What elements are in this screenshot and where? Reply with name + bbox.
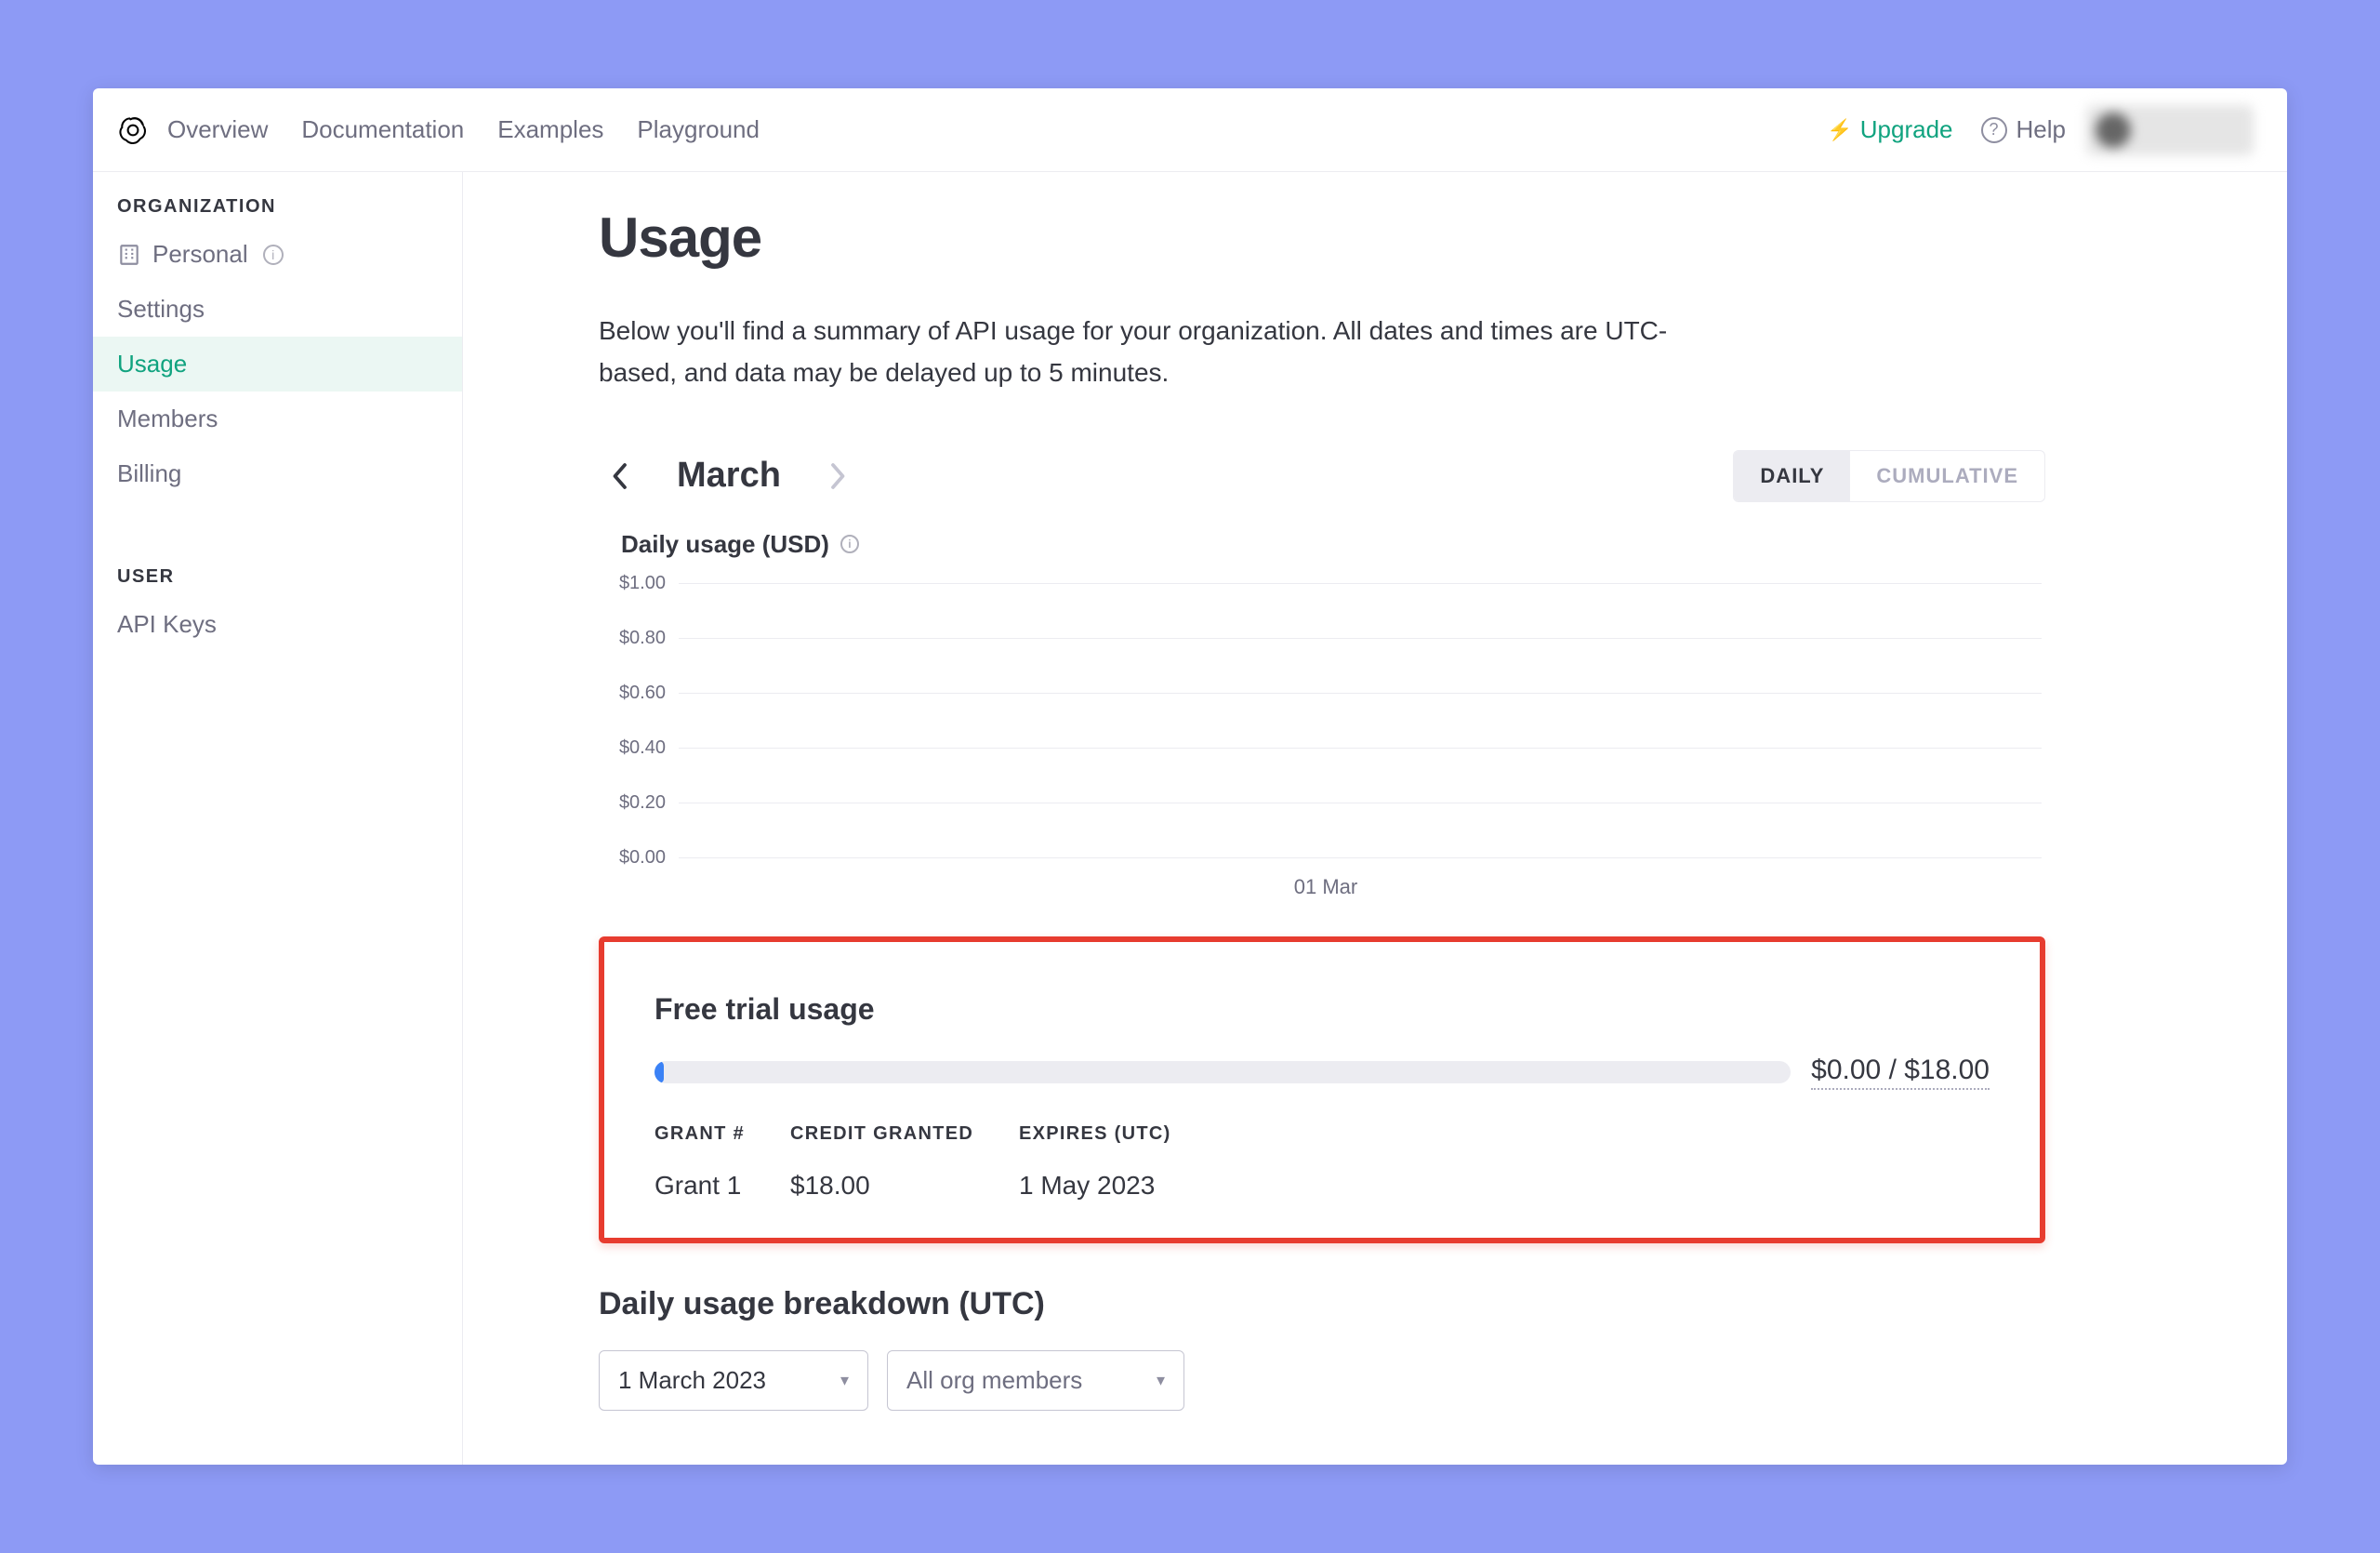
y-tick: $1.00 bbox=[610, 573, 666, 594]
date-select[interactable]: 1 March 2023 ▾ bbox=[599, 1350, 868, 1411]
avatar-icon bbox=[2096, 113, 2131, 148]
bolt-icon: ⚡ bbox=[1827, 118, 1852, 142]
sidebar-item-label: Settings bbox=[117, 295, 205, 324]
sidebar-item-label: Members bbox=[117, 405, 218, 433]
prev-month-button[interactable] bbox=[599, 456, 640, 497]
sidebar-heading-user: USER bbox=[93, 555, 462, 597]
grant-table-header: GRANT # CREDIT GRANTED EXPIRES (UTC) bbox=[654, 1123, 1990, 1145]
y-tick: $0.80 bbox=[610, 628, 666, 649]
sidebar-item-billing[interactable]: Billing bbox=[93, 446, 462, 501]
tab-cumulative[interactable]: CUMULATIVE bbox=[1850, 451, 2044, 501]
y-tick: $0.40 bbox=[610, 737, 666, 759]
grant-cell-number: Grant 1 bbox=[654, 1171, 766, 1201]
free-trial-panel: Free trial usage $0.00 / $18.00 GRANT # … bbox=[599, 936, 2045, 1243]
sidebar-item-usage[interactable]: Usage bbox=[93, 337, 462, 392]
sidebar-item-personal[interactable]: Personal i bbox=[93, 227, 462, 282]
member-select[interactable]: All org members ▾ bbox=[887, 1350, 1184, 1411]
sidebar: ORGANIZATION Personal i Settings Usage M… bbox=[93, 172, 463, 1465]
tab-daily[interactable]: DAILY bbox=[1734, 451, 1850, 501]
upgrade-button[interactable]: ⚡ Upgrade bbox=[1827, 115, 1952, 144]
topnav-links: Overview Documentation Examples Playgrou… bbox=[167, 115, 760, 144]
page-title: Usage bbox=[599, 206, 2045, 270]
x-tick: 01 Mar bbox=[1294, 875, 1357, 899]
sidebar-item-api-keys[interactable]: API Keys bbox=[93, 597, 462, 652]
daily-usage-chart-section: Daily usage (USD) i $1.00 $0.80 $0.60 $0… bbox=[599, 530, 2045, 899]
y-tick: $0.20 bbox=[610, 792, 666, 814]
free-trial-progress-row: $0.00 / $18.00 bbox=[654, 1055, 1990, 1090]
next-month-button[interactable] bbox=[818, 456, 859, 497]
chart-grid: $1.00 $0.80 $0.60 $0.40 $0.20 $0.00 bbox=[679, 583, 2042, 858]
chevron-down-icon: ▾ bbox=[1157, 1371, 1165, 1390]
free-trial-title: Free trial usage bbox=[654, 992, 1990, 1027]
grant-col-number: GRANT # bbox=[654, 1123, 766, 1145]
grant-cell-credit: $18.00 bbox=[790, 1171, 995, 1201]
free-trial-amount: $0.00 / $18.00 bbox=[1811, 1055, 1990, 1090]
month-label: March bbox=[677, 456, 781, 496]
period-row: March DAILY CUMULATIVE bbox=[599, 450, 2045, 502]
chart-title: Daily usage (USD) i bbox=[621, 530, 2045, 559]
grant-cell-expires: 1 May 2023 bbox=[1019, 1171, 1223, 1201]
help-button[interactable]: ? Help bbox=[1981, 115, 2066, 144]
y-tick: $0.00 bbox=[610, 847, 666, 869]
top-navbar: Overview Documentation Examples Playgrou… bbox=[93, 88, 2287, 172]
grant-table-row: Grant 1 $18.00 1 May 2023 bbox=[654, 1171, 1990, 1201]
nav-overview[interactable]: Overview bbox=[167, 115, 268, 144]
page-description: Below you'll find a summary of API usage… bbox=[599, 311, 1714, 394]
daily-usage-chart: $1.00 $0.80 $0.60 $0.40 $0.20 $0.00 01 M… bbox=[610, 583, 2042, 899]
sidebar-heading-organization: ORGANIZATION bbox=[93, 185, 462, 227]
nav-playground[interactable]: Playground bbox=[637, 115, 760, 144]
info-icon[interactable]: i bbox=[840, 535, 859, 553]
sidebar-item-label: Personal bbox=[152, 240, 248, 269]
main-content: Usage Below you'll find a summary of API… bbox=[463, 172, 2287, 1465]
grant-table: GRANT # CREDIT GRANTED EXPIRES (UTC) Gra… bbox=[654, 1123, 1990, 1201]
building-icon bbox=[117, 243, 141, 267]
grant-col-expires: EXPIRES (UTC) bbox=[1019, 1123, 1223, 1145]
grant-col-credit: CREDIT GRANTED bbox=[790, 1123, 995, 1145]
member-select-value: All org members bbox=[906, 1366, 1082, 1395]
sidebar-item-settings[interactable]: Settings bbox=[93, 282, 462, 337]
view-mode-toggle: DAILY CUMULATIVE bbox=[1733, 450, 2045, 502]
free-trial-progress-bar bbox=[654, 1061, 1791, 1083]
help-icon: ? bbox=[1981, 117, 2007, 143]
free-trial-progress-fill bbox=[654, 1061, 664, 1083]
sidebar-item-label: Billing bbox=[117, 459, 181, 488]
nav-examples[interactable]: Examples bbox=[497, 115, 603, 144]
sidebar-item-label: Usage bbox=[117, 350, 187, 378]
breakdown-title: Daily usage breakdown (UTC) bbox=[599, 1286, 2045, 1322]
sidebar-item-members[interactable]: Members bbox=[93, 392, 462, 446]
nav-documentation[interactable]: Documentation bbox=[301, 115, 464, 144]
y-tick: $0.60 bbox=[610, 683, 666, 704]
openai-logo-icon[interactable] bbox=[115, 113, 151, 148]
info-icon[interactable]: i bbox=[263, 245, 284, 265]
app-window: Overview Documentation Examples Playgrou… bbox=[93, 88, 2287, 1465]
date-select-value: 1 March 2023 bbox=[618, 1366, 766, 1395]
help-label: Help bbox=[2016, 115, 2066, 144]
accordion-model-usage[interactable]: Model usage 0 requests ⌄ bbox=[599, 1446, 2045, 1465]
breakdown-filters: 1 March 2023 ▾ All org members ▾ bbox=[599, 1350, 2045, 1411]
upgrade-label: Upgrade bbox=[1860, 115, 1953, 144]
chart-title-text: Daily usage (USD) bbox=[621, 530, 829, 559]
sidebar-item-label: API Keys bbox=[117, 610, 217, 639]
chevron-down-icon: ▾ bbox=[840, 1371, 849, 1390]
user-menu[interactable] bbox=[2086, 105, 2254, 155]
